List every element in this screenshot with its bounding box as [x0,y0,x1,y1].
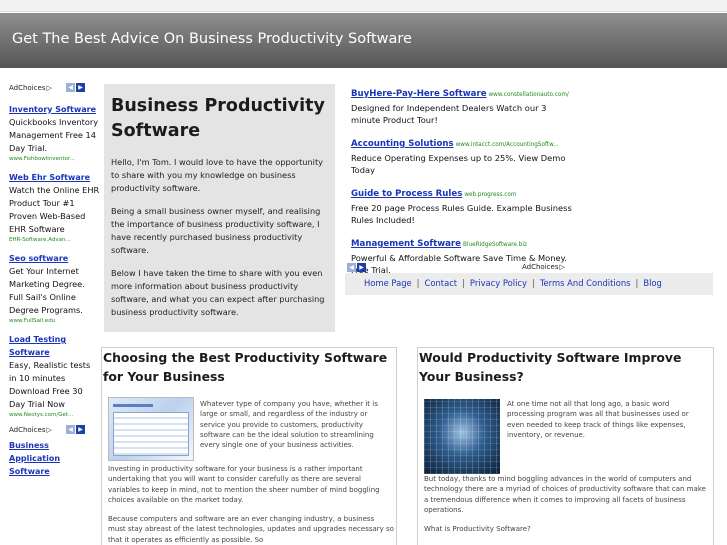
article-paragraph: What is Productivity Software? [424,525,531,534]
ad-description: Designed for Independent Dealers Watch o… [351,103,547,125]
article-body: But today, thanks to mind boggling advan… [424,474,710,543]
ad-title[interactable]: Web Ehr Software [9,171,100,184]
ad-url[interactable]: www.Fishbowlinventor... [9,155,100,164]
ad-next-icon[interactable]: ▶ [76,83,85,92]
ad-title[interactable]: Inventory Software [9,103,100,116]
ad-next-icon[interactable]: ▶ [76,425,85,434]
ad-title[interactable]: Business Application Software [9,439,100,478]
site-nav: Home Page | Contact | Privacy Policy | Terms A… [345,273,713,295]
ad-nav-arrows: ◀ ▶ [66,425,86,434]
nav-separator: | [532,278,535,288]
ad-description: Watch the Online EHR Product Tour #1 Pro… [9,185,100,234]
article-improve-business: Would Productivity Software Improve Your… [417,347,714,545]
nav-home-link[interactable]: Home Page [364,278,412,288]
left-ad-1[interactable]: Inventory Software Quickbooks Inventory … [0,103,100,164]
right-ad-block: BuyHere-Pay-Here Software www.constellati… [345,84,575,284]
ad-url[interactable]: BlueRidgeSoftware.biz [463,242,527,248]
nav-contact-link[interactable]: Contact [425,278,458,288]
ad-title[interactable]: Accounting Solutions [351,139,454,149]
adchoices-bar[interactable]: AdChoices▷ ◀ ▶ [0,80,100,96]
article-title[interactable]: Choosing the Best Productivity Software … [103,348,396,386]
right-adchoices-bar[interactable]: ◀ ▶ AdChoices▷ [345,261,575,273]
nav-blog-link[interactable]: Blog [643,278,662,288]
ad-title[interactable]: Seo software [9,252,100,265]
adchoices-icon: ▷ [46,84,52,92]
ad-description: Quickbooks Inventory Management Free 14 … [9,117,99,153]
nav-terms-link[interactable]: Terms And Conditions [540,278,631,288]
ad-description: Reduce Operating Expenses up to 25%. Vie… [351,153,566,175]
ad-description: Free 20 page Process Rules Guide. Exampl… [351,203,572,225]
ad-title[interactable]: BuyHere-Pay-Here Software [351,89,487,99]
adchoices-icon: ▷ [559,263,565,271]
intro-paragraph: Hello, I'm Tom. I would love to have the… [111,157,324,193]
ad-prev-icon[interactable]: ◀ [66,425,75,434]
ad-url[interactable]: www.constellationauto.com/ [489,92,569,98]
intro-title: Business Productivity Software [111,96,325,141]
ad-nav-arrows: ◀ ▶ [66,83,86,92]
left-ad-5[interactable]: Business Application Software [0,439,100,478]
article-intro-text: At one time not all that long ago, a bas… [507,400,689,439]
article-intro-text: Whatever type of company you have, wheth… [200,400,378,450]
left-ad-column: AdChoices▷ ◀ ▶ Inventory Software Quickbo… [0,80,100,545]
adchoices-label[interactable]: AdChoices▷ [9,426,52,434]
left-ad-4[interactable]: Load Testing Software Easy, Realistic te… [0,333,100,420]
nav-separator: | [635,278,639,288]
article-paragraph: Investing in productivity software for y… [108,465,380,504]
ad-next-icon[interactable]: ▶ [357,263,366,272]
article-choosing-software: Choosing the Best Productivity Software … [101,347,397,545]
right-ad-2[interactable]: Accounting Solutions www.intacct.com/Acco… [345,134,575,176]
article-body: Investing in productivity software for y… [108,464,394,545]
adchoices-label[interactable]: AdChoices▷ [9,84,52,92]
nav-separator: | [416,278,420,288]
ad-prev-icon[interactable]: ◀ [347,263,356,272]
site-title[interactable]: Get The Best Advice On Business Producti… [12,31,412,47]
ad-description: Get Your Internet Marketing Degree. Full… [9,266,85,315]
article-title[interactable]: Would Productivity Software Improve Your… [419,348,713,386]
ad-url[interactable]: www.Neotys.com/Get... [9,411,100,420]
ad-title[interactable]: Management Software [351,239,461,249]
left-ad-3[interactable]: Seo software Get Your Internet Marketing… [0,252,100,326]
ad-title[interactable]: Guide to Process Rules [351,189,462,199]
left-ad-2[interactable]: Web Ehr Software Watch the Online EHR Pr… [0,171,100,245]
ad-url[interactable]: EHR-Software.Advan... [9,236,100,245]
nav-separator: | [462,278,465,288]
article-paragraph: But today, thanks to mind boggling advan… [424,475,706,514]
article-paragraph: Because computers and software are an ev… [108,515,394,544]
adchoices-bar-2[interactable]: AdChoices▷ ◀ ▶ [0,422,100,438]
site-banner: Get The Best Advice On Business Producti… [0,13,727,68]
browser-top-strip [0,0,727,12]
ad-description: Easy, Realistic tests in 10 minutes Down… [9,360,91,409]
right-ad-1[interactable]: BuyHere-Pay-Here Software www.constellati… [345,84,575,126]
adchoices-icon: ▷ [46,426,52,434]
ad-prev-icon[interactable]: ◀ [66,83,75,92]
software-screenshot-image [108,397,194,461]
server-room-image [424,399,500,474]
ad-url[interactable]: www.FullSail.edu [9,317,100,326]
intro-paragraph: Below I have taken the time to share wit… [111,268,325,317]
ad-title[interactable]: Load Testing Software [9,333,100,359]
intro-paragraph: Being a small business owner myself, and… [111,206,321,255]
ad-url[interactable]: web.progress.com [464,192,516,198]
adchoices-label[interactable]: AdChoices▷ [522,263,565,271]
ad-url[interactable]: www.intacct.com/AccountingSoftw... [456,142,559,148]
right-ad-3[interactable]: Guide to Process Rules web.progress.com F… [345,184,575,226]
ad-nav-arrows: ◀ ▶ [347,263,367,272]
nav-privacy-link[interactable]: Privacy Policy [470,278,527,288]
intro-panel: Business Productivity Software Hello, I'… [104,84,335,332]
